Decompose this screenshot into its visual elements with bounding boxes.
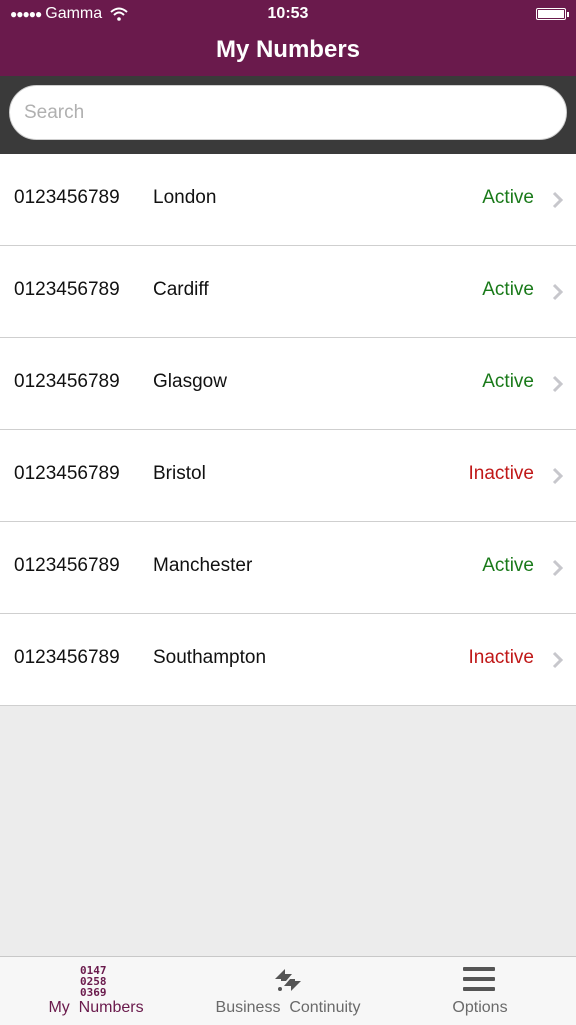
location-label: Manchester [153, 555, 253, 576]
phone-number: 0123456789 [14, 187, 120, 208]
continuity-arrows-icon [275, 969, 301, 991]
numbers-list: 0123456789 London Active 0123456789 Card… [0, 154, 576, 706]
battery-icon [536, 8, 569, 20]
location-label: Bristol [153, 463, 206, 484]
location-label: London [153, 187, 217, 208]
phone-number: 0123456789 [14, 279, 120, 300]
page-title: My Numbers [215, 36, 361, 63]
chevron-right-icon [552, 651, 564, 669]
chevron-right-icon [552, 283, 564, 301]
tab-options[interactable]: Options [384, 957, 576, 1025]
tab-label: Options [452, 999, 508, 1016]
status-label: Inactive [468, 463, 534, 484]
status-label: Active [482, 371, 534, 392]
tab-bar: 0147 0258 0369 My Numbers Business Conti… [0, 956, 576, 1025]
chevron-right-icon [552, 559, 564, 577]
numbers-grid-icon: 0147 0258 0369 [80, 964, 107, 999]
phone-number: 0123456789 [14, 647, 120, 668]
location-label: Cardiff [153, 279, 209, 300]
search-input[interactable] [9, 85, 567, 140]
phone-number: 0123456789 [14, 463, 120, 484]
location-label: Glasgow [153, 371, 227, 392]
chevron-right-icon [552, 467, 564, 485]
tab-label: Business Continuity [215, 999, 361, 1016]
tab-my-numbers[interactable]: 0147 0258 0369 My Numbers [0, 957, 192, 1025]
search-bar [0, 76, 576, 154]
number-row-cardiff[interactable]: 0123456789 Cardiff Active [0, 246, 576, 338]
phone-number: 0123456789 [14, 555, 120, 576]
tab-business-continuity[interactable]: Business Continuity [192, 957, 384, 1025]
phone-number: 0123456789 [14, 371, 120, 392]
status-label: Inactive [468, 647, 534, 668]
clock: 10:53 [267, 5, 309, 22]
status-label: Active [482, 187, 534, 208]
number-row-manchester[interactable]: 0123456789 Manchester Active [0, 522, 576, 614]
status-bar: ●●●●● Gamma 10:53 [0, 0, 576, 30]
status-label: Active [482, 279, 534, 300]
number-row-bristol[interactable]: 0123456789 Bristol Inactive [0, 430, 576, 522]
status-label: Active [482, 555, 534, 576]
app-header: ●●●●● Gamma 10:53 My Numbers [0, 0, 576, 76]
chevron-right-icon [552, 191, 564, 209]
chevron-right-icon [552, 375, 564, 393]
number-row-southampton[interactable]: 0123456789 Southampton Inactive [0, 614, 576, 706]
tab-label: My Numbers [48, 999, 144, 1016]
number-row-london[interactable]: 0123456789 London Active [0, 154, 576, 246]
menu-icon [463, 967, 495, 991]
number-row-glasgow[interactable]: 0123456789 Glasgow Active [0, 338, 576, 430]
location-label: Southampton [153, 647, 267, 668]
